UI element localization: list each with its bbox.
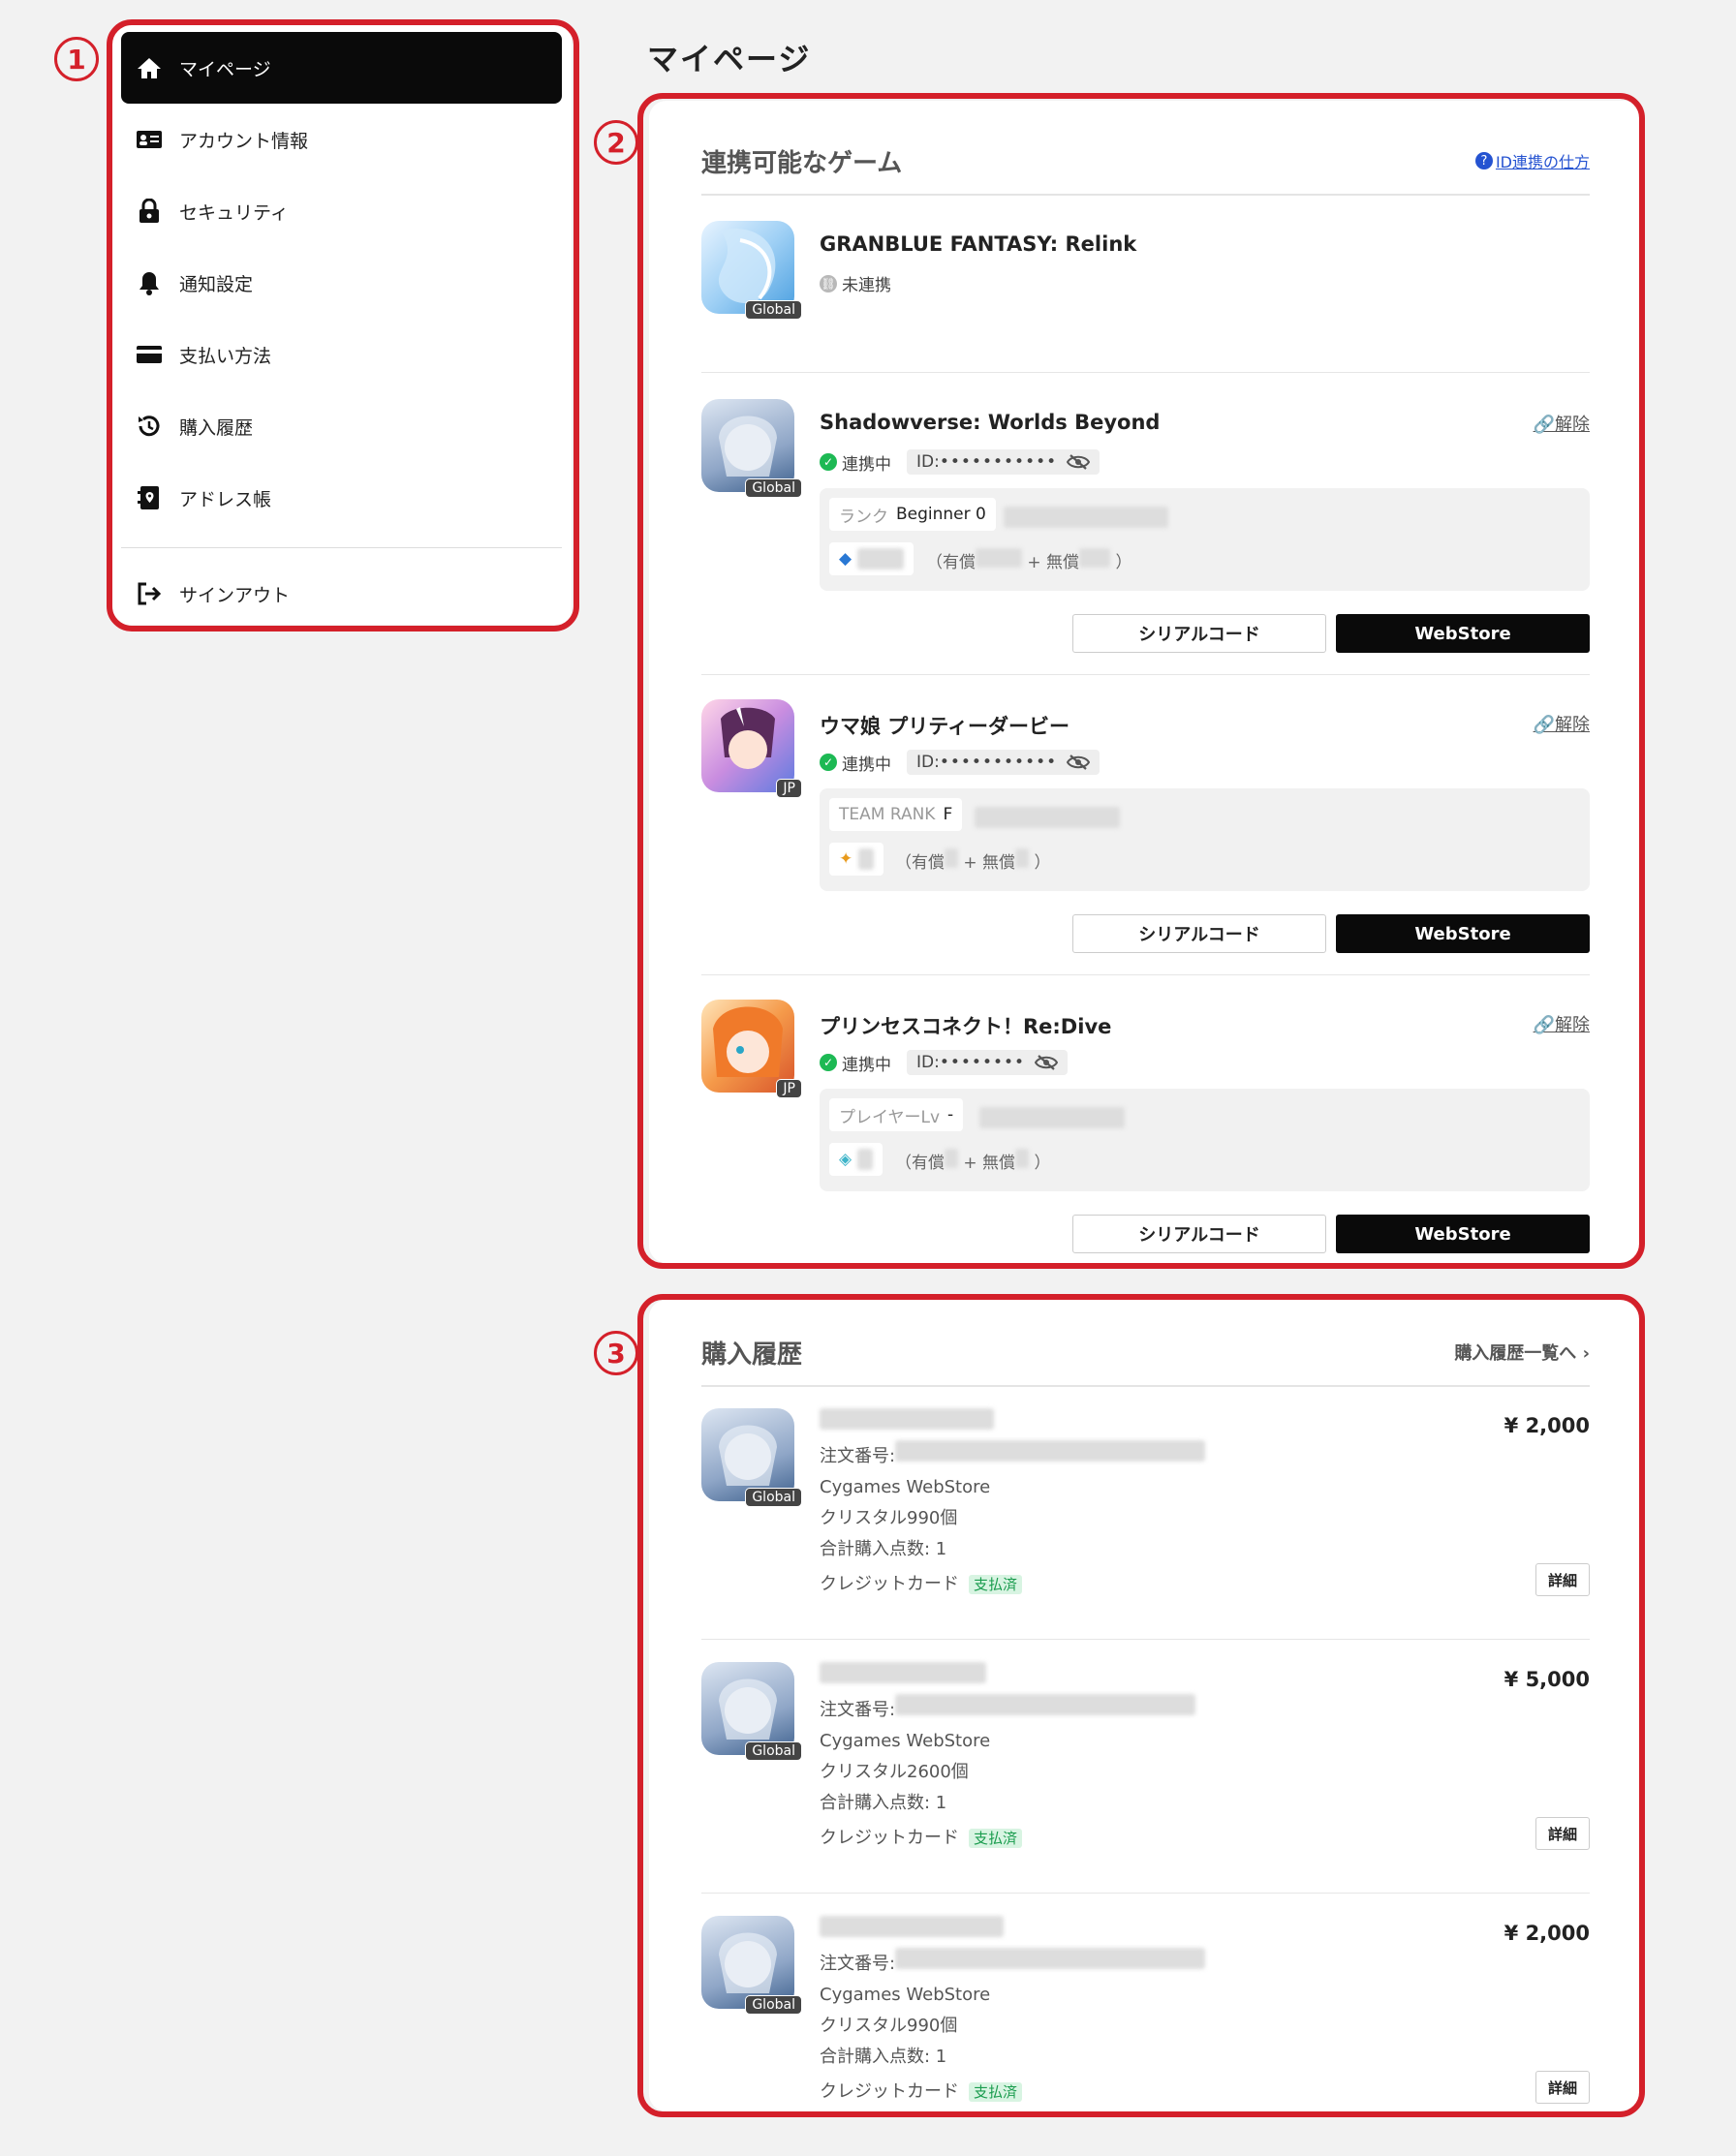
annotation-marker-1: 1 — [54, 37, 99, 81]
annotation-frame-1 — [107, 19, 579, 631]
annotation-frame-3 — [637, 1294, 1645, 2117]
annotation-marker-3: 3 — [594, 1331, 638, 1375]
page-title: マイページ — [647, 41, 812, 77]
annotation-marker-2: 2 — [594, 120, 638, 165]
annotation-frame-2 — [637, 93, 1645, 1269]
